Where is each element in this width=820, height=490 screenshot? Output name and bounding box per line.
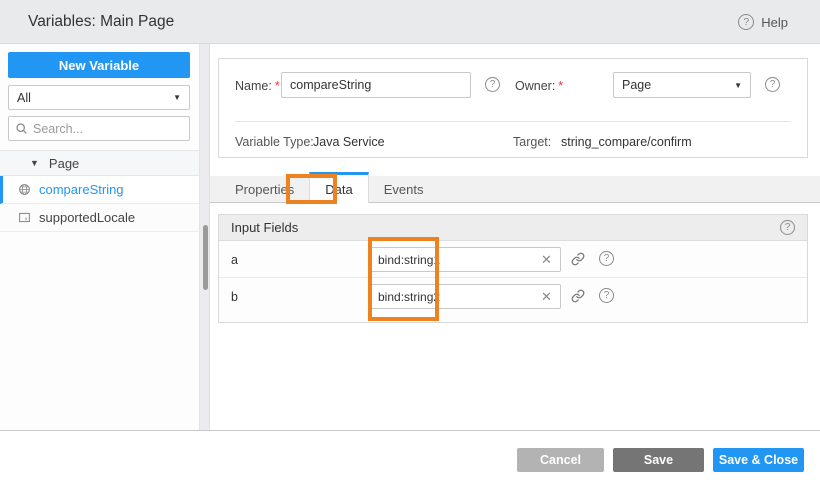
owner-select-value: Page <box>614 78 734 92</box>
variable-filter-value: All <box>9 91 173 105</box>
field-help-icon[interactable]: ? <box>599 288 614 303</box>
input-fields-title: Input Fields <box>231 220 298 235</box>
variables-sidebar: New Variable All ▼ ▼ Page compareString <box>0 44 200 430</box>
input-fields-panel: Input Fields ? a ✕ ? b ✕ ? <box>218 214 808 323</box>
clear-icon[interactable]: ✕ <box>541 288 552 305</box>
tree-item-supportedlocale[interactable]: x supportedLocale <box>0 204 199 232</box>
owner-label-text: Owner: <box>515 79 555 93</box>
variable-icon: x <box>18 211 31 224</box>
variable-type-value: Java Service <box>313 135 385 149</box>
name-input[interactable] <box>281 72 471 98</box>
name-label: Name:* <box>235 79 280 93</box>
dialog-header: Variables: Main Page ? Help <box>0 0 820 44</box>
tab-events[interactable]: Events <box>369 176 439 203</box>
input-fields-help-icon[interactable]: ? <box>780 220 795 235</box>
owner-help-icon[interactable]: ? <box>765 77 780 92</box>
search-icon <box>15 122 28 135</box>
name-label-text: Name: <box>235 79 272 93</box>
tree-item-label: compareString <box>39 182 124 197</box>
target-value: string_compare/confirm <box>561 135 692 149</box>
tree-group-page[interactable]: ▼ Page <box>0 150 199 176</box>
variable-detail-panel: Name:* ? Owner:* Page ▼ ? Variable Type:… <box>210 44 820 430</box>
field-row-a: a ✕ ? <box>219 241 807 278</box>
tree-item-comparestring[interactable]: compareString <box>0 176 199 204</box>
owner-label: Owner:* <box>515 79 563 93</box>
page-title: Variables: Main Page <box>28 0 174 44</box>
name-help-icon[interactable]: ? <box>485 77 500 92</box>
scrollbar-thumb[interactable] <box>203 225 208 290</box>
field-name: a <box>231 253 238 267</box>
variable-type-label: Variable Type: <box>235 135 314 149</box>
input-fields-header: Input Fields ? <box>219 215 807 241</box>
card-divider <box>235 121 791 122</box>
tree-item-label: supportedLocale <box>39 210 135 225</box>
variables-dialog: Variables: Main Page ? Help New Variable… <box>0 0 820 490</box>
chevron-down-icon: ▼ <box>173 93 189 102</box>
target-label: Target: <box>513 135 551 149</box>
detail-tabs: Properties Data Events <box>210 176 820 203</box>
chevron-down-icon: ▼ <box>734 81 750 90</box>
field-name: b <box>231 290 238 304</box>
new-variable-button[interactable]: New Variable <box>8 52 190 78</box>
help-label: Help <box>761 15 788 30</box>
required-asterisk: * <box>558 79 563 93</box>
variable-filter-select[interactable]: All ▼ <box>8 85 190 110</box>
collapse-arrow-icon: ▼ <box>30 158 39 168</box>
footer-divider <box>0 430 820 431</box>
field-b-binding-input[interactable] <box>369 284 561 309</box>
field-help-icon[interactable]: ? <box>599 251 614 266</box>
variables-tree: ▼ Page compareString x supportedLocale <box>0 150 199 232</box>
variable-search <box>8 116 190 141</box>
help-link[interactable]: ? Help <box>738 0 788 44</box>
help-icon: ? <box>738 14 754 30</box>
save-and-close-button[interactable]: Save & Close <box>713 448 804 472</box>
required-asterisk: * <box>275 79 280 93</box>
svg-text:x: x <box>25 216 28 222</box>
field-row-b: b ✕ ? <box>219 278 807 315</box>
bind-link-icon[interactable] <box>571 289 585 303</box>
cancel-button[interactable]: Cancel <box>517 448 604 472</box>
bind-link-icon[interactable] <box>571 252 585 266</box>
vertical-scrollbar[interactable] <box>200 44 210 430</box>
clear-icon[interactable]: ✕ <box>541 251 552 268</box>
owner-select[interactable]: Page ▼ <box>613 72 751 98</box>
field-a-binding-input[interactable] <box>369 247 561 272</box>
tab-properties[interactable]: Properties <box>220 176 309 203</box>
tree-group-label: Page <box>49 156 79 171</box>
java-service-icon <box>18 183 31 196</box>
save-button[interactable]: Save <box>613 448 704 472</box>
search-input[interactable] <box>33 122 183 136</box>
variable-summary-card: Name:* ? Owner:* Page ▼ ? Variable Type:… <box>218 58 808 158</box>
tab-data[interactable]: Data <box>309 172 368 203</box>
